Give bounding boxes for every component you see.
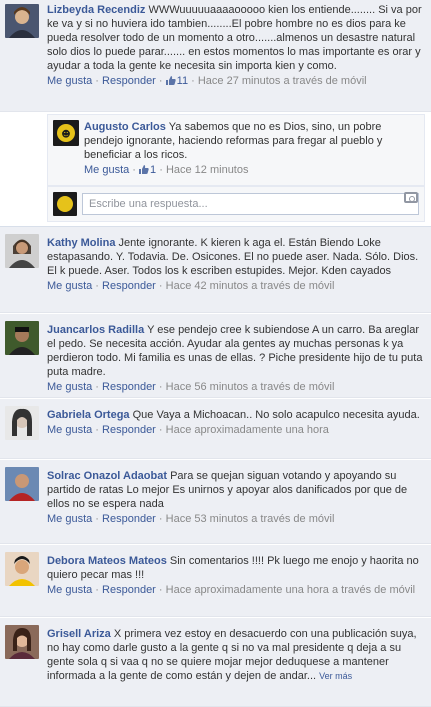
comment-time[interactable]: Hace 56 minutos a través de móvil (166, 381, 335, 393)
comment-meta: Me gusta · Responder · Hace 56 minutos a… (47, 381, 335, 393)
thumbs-up-icon (165, 76, 176, 85)
avatar[interactable] (5, 4, 39, 38)
avatar[interactable]: ☻ (53, 120, 79, 146)
avatar[interactable] (5, 625, 39, 659)
thumbs-up-icon (139, 165, 149, 174)
like-link[interactable]: Me gusta (47, 513, 92, 525)
comment-author[interactable]: Solrac Onazol Adaobat (47, 470, 167, 482)
comment-meta: Me gusta · 1 · Hace 12 minutos (84, 164, 249, 176)
comment-author[interactable]: Debora Mateos Mateos (47, 555, 167, 567)
comment-time[interactable]: Hace 53 minutos a través de móvil (166, 513, 335, 525)
comment-meta: Me gusta · Responder · Hace 53 minutos a… (47, 513, 335, 525)
comment-meta: Me gusta · Responder · 11 · Hace 27 minu… (47, 75, 367, 87)
reply-link[interactable]: Responder (102, 513, 156, 525)
comment-time[interactable]: Hace aproximadamente una hora a través d… (166, 584, 415, 596)
comment-meta: Me gusta · Responder · Hace aproximadame… (47, 424, 329, 436)
reply-link[interactable]: Responder (102, 280, 156, 292)
reply-comment: ☻ Augusto Carlos Ya sabemos que no es Di… (47, 114, 425, 186)
reply-link[interactable]: Responder (102, 75, 156, 87)
reply-link[interactable]: Responder (102, 381, 156, 393)
comment-author[interactable]: Juancarlos Radilla (47, 324, 144, 336)
like-count[interactable]: 1 (139, 164, 156, 176)
like-link[interactable]: Me gusta (47, 280, 92, 292)
like-link[interactable]: Me gusta (84, 164, 129, 176)
comment-time[interactable]: Hace 42 minutos a través de móvil (166, 280, 335, 292)
like-link[interactable]: Me gusta (47, 75, 92, 87)
reply-composer: Escribe una respuesta... (47, 186, 425, 222)
avatar[interactable] (5, 321, 39, 355)
camera-icon[interactable] (404, 192, 418, 203)
see-more-link[interactable]: Ver más (319, 671, 352, 681)
comment-author[interactable]: Grisell Ariza (47, 628, 111, 640)
comment-time[interactable]: Hace 12 minutos (166, 164, 249, 176)
comment: Lizbeyda Recendiz WWWuuuuuaaaaooooo kien… (0, 0, 431, 112)
svg-text:☻: ☻ (61, 129, 70, 140)
comment-time[interactable]: Hace aproximadamente una hora (166, 424, 329, 436)
comment-time[interactable]: Hace 27 minutos a través de móvil (198, 75, 367, 87)
avatar[interactable] (5, 234, 39, 268)
comment: Kathy Molina Jente ignorante. K kieren k… (0, 227, 431, 313)
comment-author[interactable]: Kathy Molina (47, 237, 115, 249)
reply-link[interactable]: Responder (102, 584, 156, 596)
avatar (53, 192, 77, 216)
like-link[interactable]: Me gusta (47, 424, 92, 436)
avatar[interactable] (5, 552, 39, 586)
comment: Gabriela Ortega Que Vaya a Michoacan.. N… (0, 399, 431, 459)
like-count[interactable]: 11 (165, 75, 188, 87)
reply-input[interactable]: Escribe una respuesta... (82, 193, 419, 215)
comment-author[interactable]: Gabriela Ortega (47, 409, 130, 421)
comment-text: Que Vaya a Michoacan.. No solo acapulco … (132, 409, 420, 421)
comment: Debora Mateos Mateos Sin comentarios !!!… (0, 545, 431, 617)
comment: Solrac Onazol Adaobat Para se quejan sig… (0, 460, 431, 544)
avatar[interactable] (5, 467, 39, 501)
avatar[interactable] (5, 406, 39, 440)
comment-author[interactable]: Lizbeyda Recendiz (47, 4, 145, 16)
comment-meta: Me gusta · Responder · Hace aproximadame… (47, 584, 416, 596)
comment: Juancarlos Radilla Y ese pendejo cree k … (0, 314, 431, 398)
comment-author[interactable]: Augusto Carlos (84, 121, 166, 133)
like-link[interactable]: Me gusta (47, 381, 92, 393)
comment-meta: Me gusta · Responder · Hace 42 minutos a… (47, 280, 335, 292)
comment: Grisell Ariza X primera vez estoy en des… (0, 618, 431, 707)
reply-link[interactable]: Responder (102, 424, 156, 436)
like-link[interactable]: Me gusta (47, 584, 92, 596)
